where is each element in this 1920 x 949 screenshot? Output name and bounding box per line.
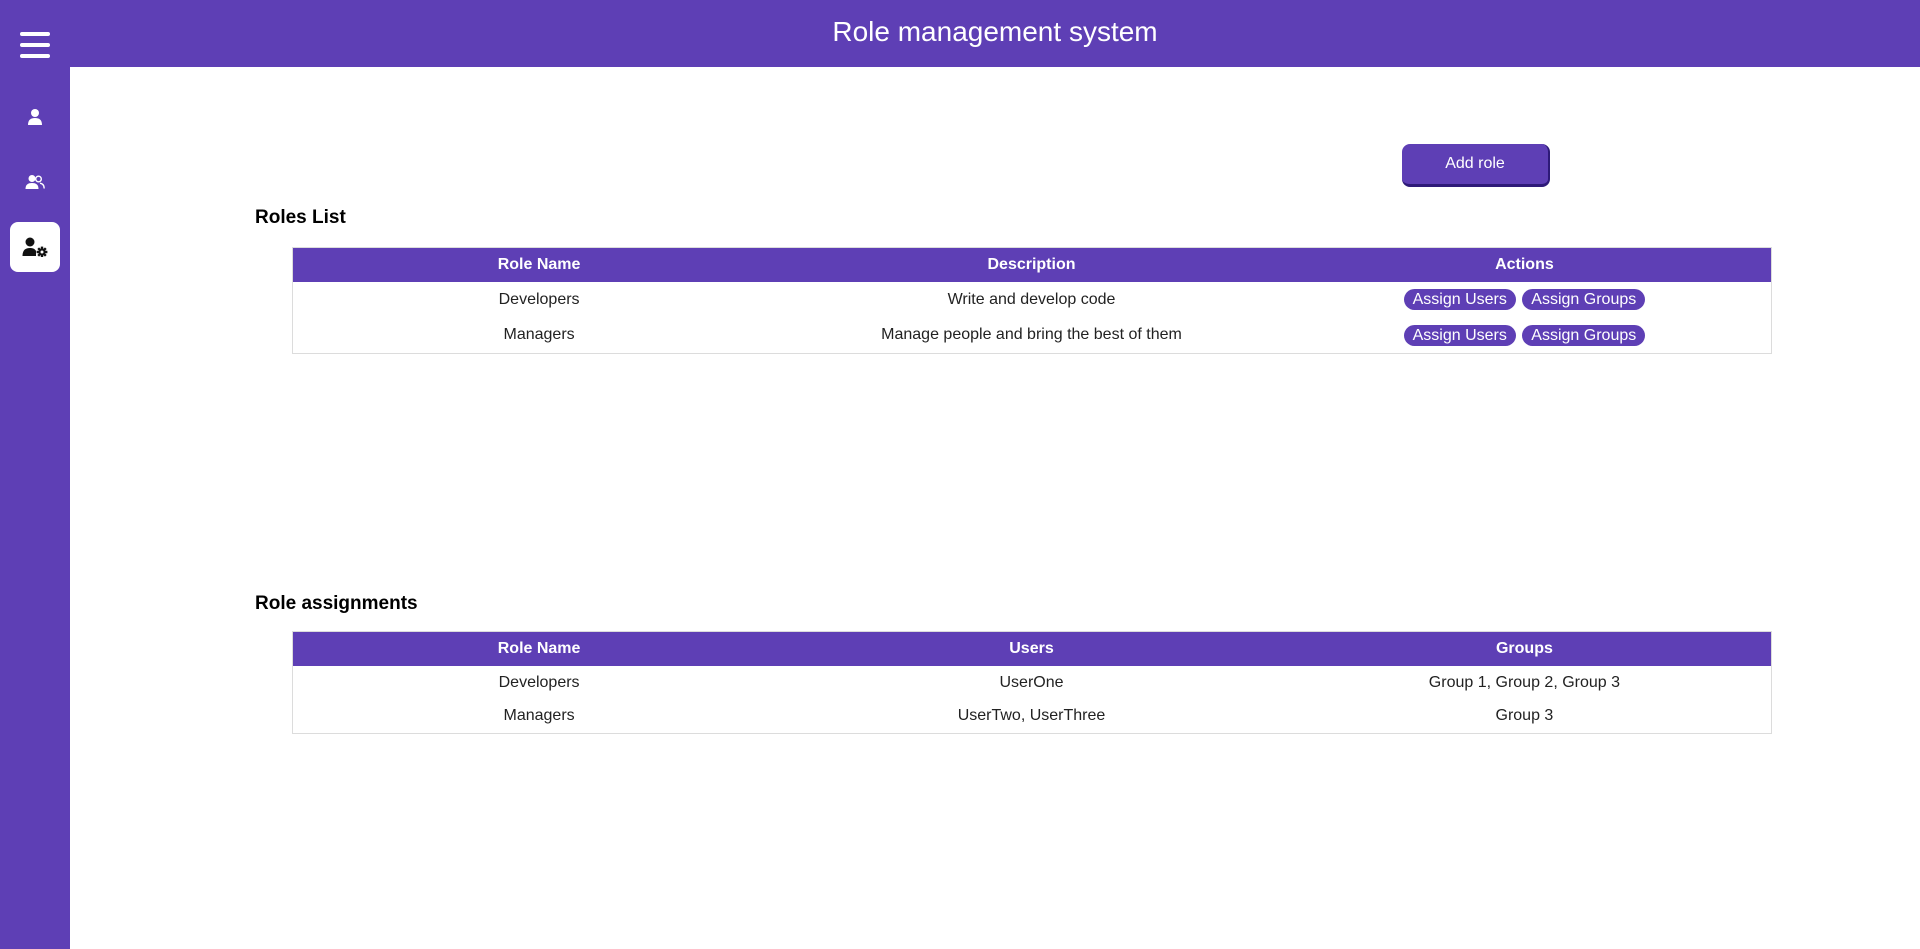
column-header-role-name: Role Name [292, 247, 786, 282]
column-header-users: Users [785, 631, 1278, 666]
table-row: Developers Write and develop code Assign… [292, 281, 1772, 318]
assign-users-button[interactable]: Assign Users [1403, 324, 1516, 346]
role-actions-cell: Assign Users Assign Groups [1277, 281, 1772, 318]
role-description-cell: Write and develop code [785, 281, 1278, 318]
assigned-groups-cell: Group 3 [1277, 699, 1772, 734]
sidebar-item-groups[interactable] [10, 157, 60, 207]
sidebar-item-users[interactable] [10, 92, 60, 142]
role-name-cell: Developers [292, 281, 786, 318]
role-description-cell: Manage people and bring the best of them [785, 317, 1278, 354]
sidebar [0, 0, 70, 949]
column-header-groups: Groups [1277, 631, 1772, 666]
menu-icon[interactable] [20, 32, 50, 58]
role-assignments-table: Role Name Users Groups Developers UserOn… [292, 631, 1772, 734]
user-icon [28, 109, 42, 125]
assign-groups-button[interactable]: Assign Groups [1522, 324, 1646, 346]
assigned-groups-cell: Group 1, Group 2, Group 3 [1277, 665, 1772, 700]
role-actions-cell: Assign Users Assign Groups [1277, 317, 1772, 354]
app-header: Role management system [70, 0, 1920, 67]
users-icon [25, 175, 45, 189]
column-header-role-name: Role Name [292, 631, 786, 666]
assigned-users-cell: UserOne [785, 665, 1278, 700]
table-header-row: Role Name Description Actions [292, 247, 1772, 282]
role-name-cell: Managers [292, 317, 786, 354]
add-role-button[interactable]: Add role [1402, 144, 1550, 187]
role-name-cell: Developers [292, 665, 786, 700]
column-header-description: Description [785, 247, 1278, 282]
assigned-users-cell: UserTwo, UserThree [785, 699, 1278, 734]
user-gear-icon [22, 237, 48, 257]
roles-table: Role Name Description Actions Developers… [292, 247, 1772, 354]
column-header-actions: Actions [1277, 247, 1772, 282]
page-title: Role management system [832, 15, 1158, 47]
assign-groups-button[interactable]: Assign Groups [1522, 289, 1646, 310]
roles-list-title: Roles List [255, 207, 346, 228]
table-row: Managers Manage people and bring the bes… [292, 317, 1772, 354]
table-row: Developers UserOne Group 1, Group 2, Gro… [292, 665, 1772, 700]
assign-users-button[interactable]: Assign Users [1403, 289, 1516, 310]
table-row: Managers UserTwo, UserThree Group 3 [292, 699, 1772, 734]
role-name-cell: Managers [292, 699, 786, 734]
table-header-row: Role Name Users Groups [292, 631, 1772, 666]
role-assignments-title: Role assignments [255, 593, 418, 614]
sidebar-item-roles[interactable] [10, 222, 60, 272]
